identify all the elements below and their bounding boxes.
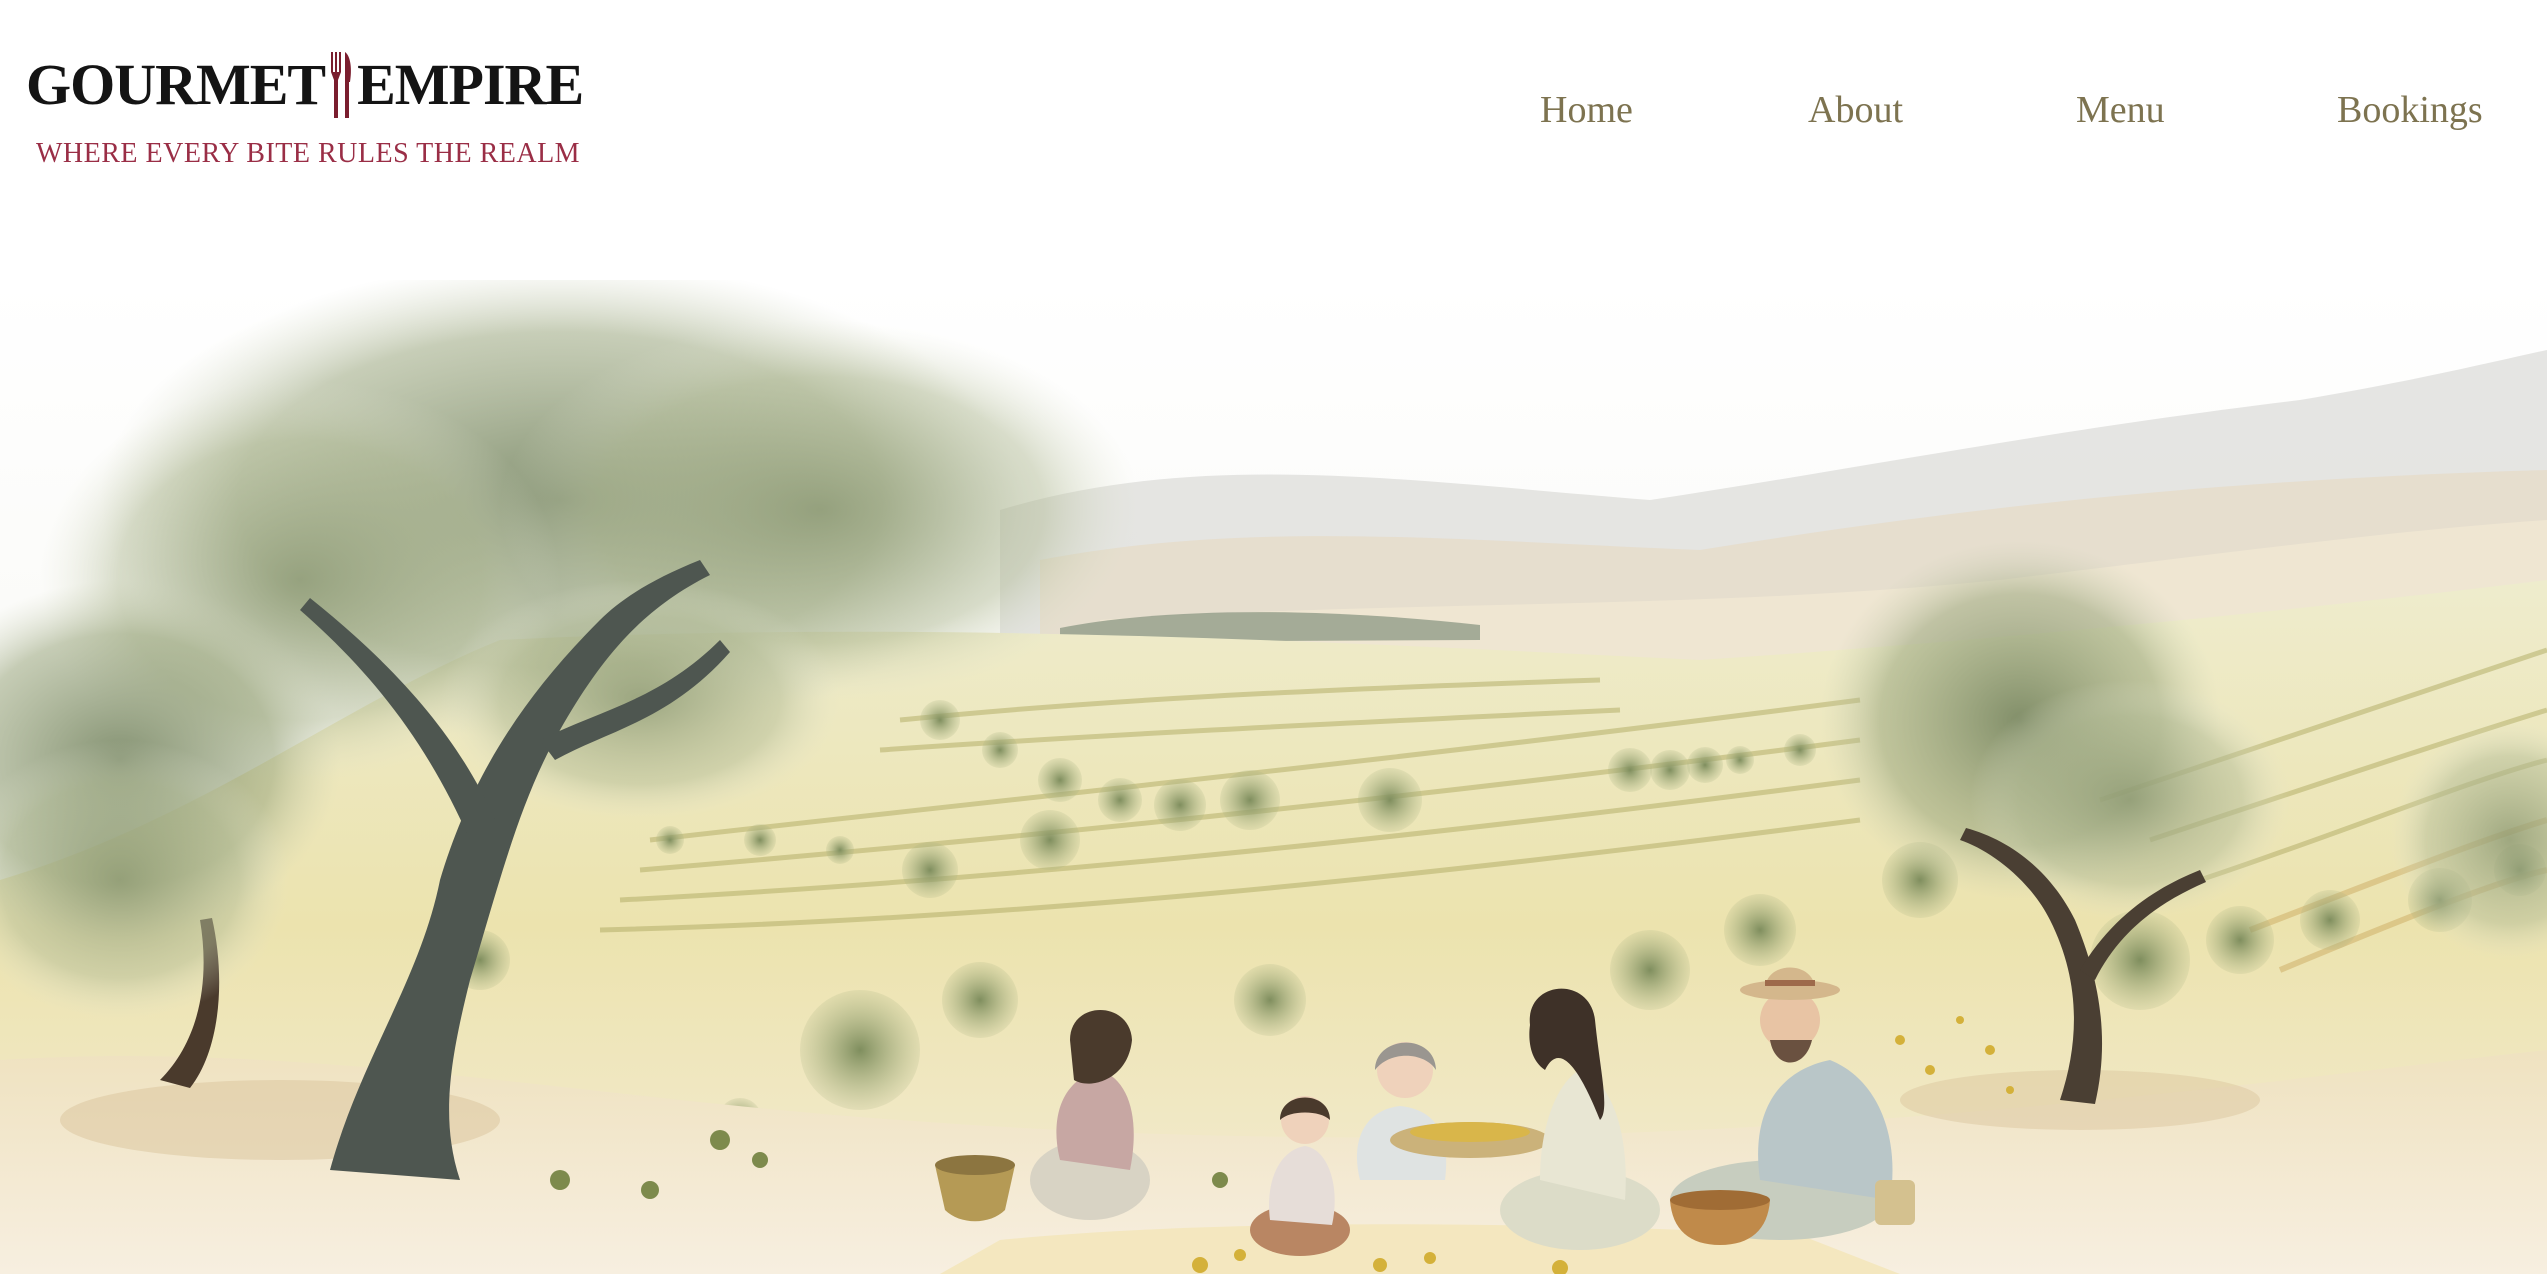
nav-link-home[interactable]: Home [1540,88,1633,132]
site-header: GOURMET EMPIRE WHERE EVERY BITE RULES TH… [0,0,2547,200]
fork-knife-icon [331,52,352,118]
brand-name-right: EMPIRE [357,51,584,117]
nav-link-about[interactable]: About [1808,88,1903,132]
hero-illustration [0,280,2547,1274]
brand-logo[interactable]: GOURMET EMPIRE WHERE EVERY BITE RULES TH… [26,40,584,180]
brand-name-left: GOURMET [26,51,326,117]
brand-tagline: WHERE EVERY BITE RULES THE REALM [36,138,581,169]
nav-link-bookings[interactable]: Bookings [2337,88,2483,132]
hero-image [0,280,2547,1274]
nav-link-menu[interactable]: Menu [2076,88,2165,132]
brand-name: GOURMET EMPIRE [26,48,584,120]
